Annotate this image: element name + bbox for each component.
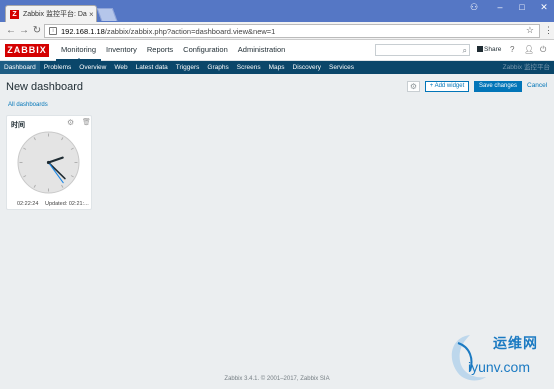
close-tab-icon[interactable]: × [89, 10, 94, 19]
nav-inventory[interactable]: Inventory [101, 40, 142, 61]
nav-administration[interactable]: Administration [233, 40, 291, 61]
clock-widget[interactable]: 时间 ⚙ 🗑︎ 02:22:24 Updated: 02:21:... [6, 115, 92, 210]
url-input[interactable]: i 192.168.1.18/zabbix/zabbix.php?action=… [44, 24, 540, 38]
clock-time-label: 02:22:24 [17, 201, 39, 207]
subnav-screens[interactable]: Screens [233, 61, 265, 74]
browser-profile-icon[interactable]: ⚇ [462, 0, 486, 14]
share-icon [477, 46, 483, 52]
server-name-label: Zabbix 监控平台 [502, 64, 550, 71]
share-label: Share [484, 46, 502, 53]
widget-title: 时间 [11, 122, 25, 129]
save-changes-button[interactable]: Save changes [474, 81, 522, 92]
watermark-swirl-icon [451, 335, 486, 381]
analog-clock [17, 131, 80, 194]
all-dashboards-link[interactable]: All dashboards [8, 102, 48, 108]
nav-configuration[interactable]: Configuration [178, 40, 233, 61]
share-button[interactable]: Share [477, 46, 501, 53]
tab-title: Zabbix 监控平台: Dashb [23, 11, 87, 18]
search-icon[interactable]: ⌕ [463, 45, 467, 56]
browser-tab[interactable]: Z Zabbix 监控平台: Dashb × [5, 5, 97, 22]
subnav-web[interactable]: Web [110, 61, 131, 74]
iyunv-watermark: 运维网 iyunv.com [440, 329, 552, 387]
sub-nav: Dashboard Problems Overview Web Latest d… [0, 61, 554, 74]
zabbix-logo[interactable]: ZABBIX [5, 44, 49, 57]
subnav-graphs[interactable]: Graphs [203, 61, 232, 74]
subnav-discovery[interactable]: Discovery [289, 61, 326, 74]
close-window-icon[interactable]: ✕ [532, 0, 554, 14]
url-path: /zabbix/zabbix.php?action=dashboard.view… [104, 26, 276, 36]
back-icon[interactable]: ← [5, 24, 17, 38]
clock-center [46, 160, 51, 165]
nav-reports[interactable]: Reports [142, 40, 178, 61]
maximize-icon[interactable]: □ [510, 0, 534, 14]
widget-settings-gear-icon[interactable]: ⚙ [67, 118, 74, 127]
bookmark-star-icon[interactable]: ☆ [526, 25, 534, 36]
nav-monitoring[interactable]: Monitoring [56, 40, 102, 61]
subnav-triggers[interactable]: Triggers [172, 61, 204, 74]
watermark-cn: 运维网 [493, 335, 538, 351]
forward-icon[interactable]: → [18, 24, 30, 38]
browser-tab-bar: Z Zabbix 监控平台: Dashb × ⚇ – □ ✕ [0, 0, 554, 22]
browser-menu-icon[interactable]: ⋮ [544, 25, 553, 36]
power-icon[interactable]: ⏻ [540, 45, 546, 55]
watermark-url: iyunv.com [468, 359, 530, 375]
address-bar: ← → ↻ i 192.168.1.18/zabbix/zabbix.php?a… [0, 22, 554, 40]
zabbix-header: ZABBIX Monitoring Inventory Reports Conf… [0, 40, 554, 61]
widget-delete-trash-icon[interactable]: 🗑︎ [82, 118, 91, 126]
minimize-icon[interactable]: – [488, 0, 512, 14]
subnav-problems[interactable]: Problems [40, 61, 75, 74]
add-widget-button[interactable]: + Add widget [425, 81, 469, 92]
main-nav: Monitoring Inventory Reports Configurati… [56, 40, 290, 61]
cancel-link[interactable]: Cancel [527, 82, 547, 89]
subnav-overview[interactable]: Overview [75, 61, 110, 74]
subnav-latest-data[interactable]: Latest data [132, 61, 172, 74]
url-host: 192.168.1.18 [61, 26, 105, 36]
page-info-icon[interactable]: i [49, 27, 57, 35]
search-input[interactable]: ⌕ [375, 44, 470, 56]
dashboard-settings-gear-icon[interactable]: ⚙ [407, 81, 420, 92]
new-tab-button[interactable] [96, 8, 118, 21]
page-title: New dashboard [6, 81, 84, 93]
help-icon[interactable]: ? [510, 45, 514, 54]
reload-icon[interactable]: ↻ [31, 24, 43, 38]
updated-label: Updated: 02:21:... [45, 201, 89, 207]
subnav-maps[interactable]: Maps [265, 61, 289, 74]
user-icon[interactable]: 👤︎ [524, 45, 534, 54]
subnav-services[interactable]: Services [325, 61, 358, 74]
zabbix-favicon-icon: Z [10, 9, 19, 19]
subnav-dashboard[interactable]: Dashboard [0, 61, 40, 74]
